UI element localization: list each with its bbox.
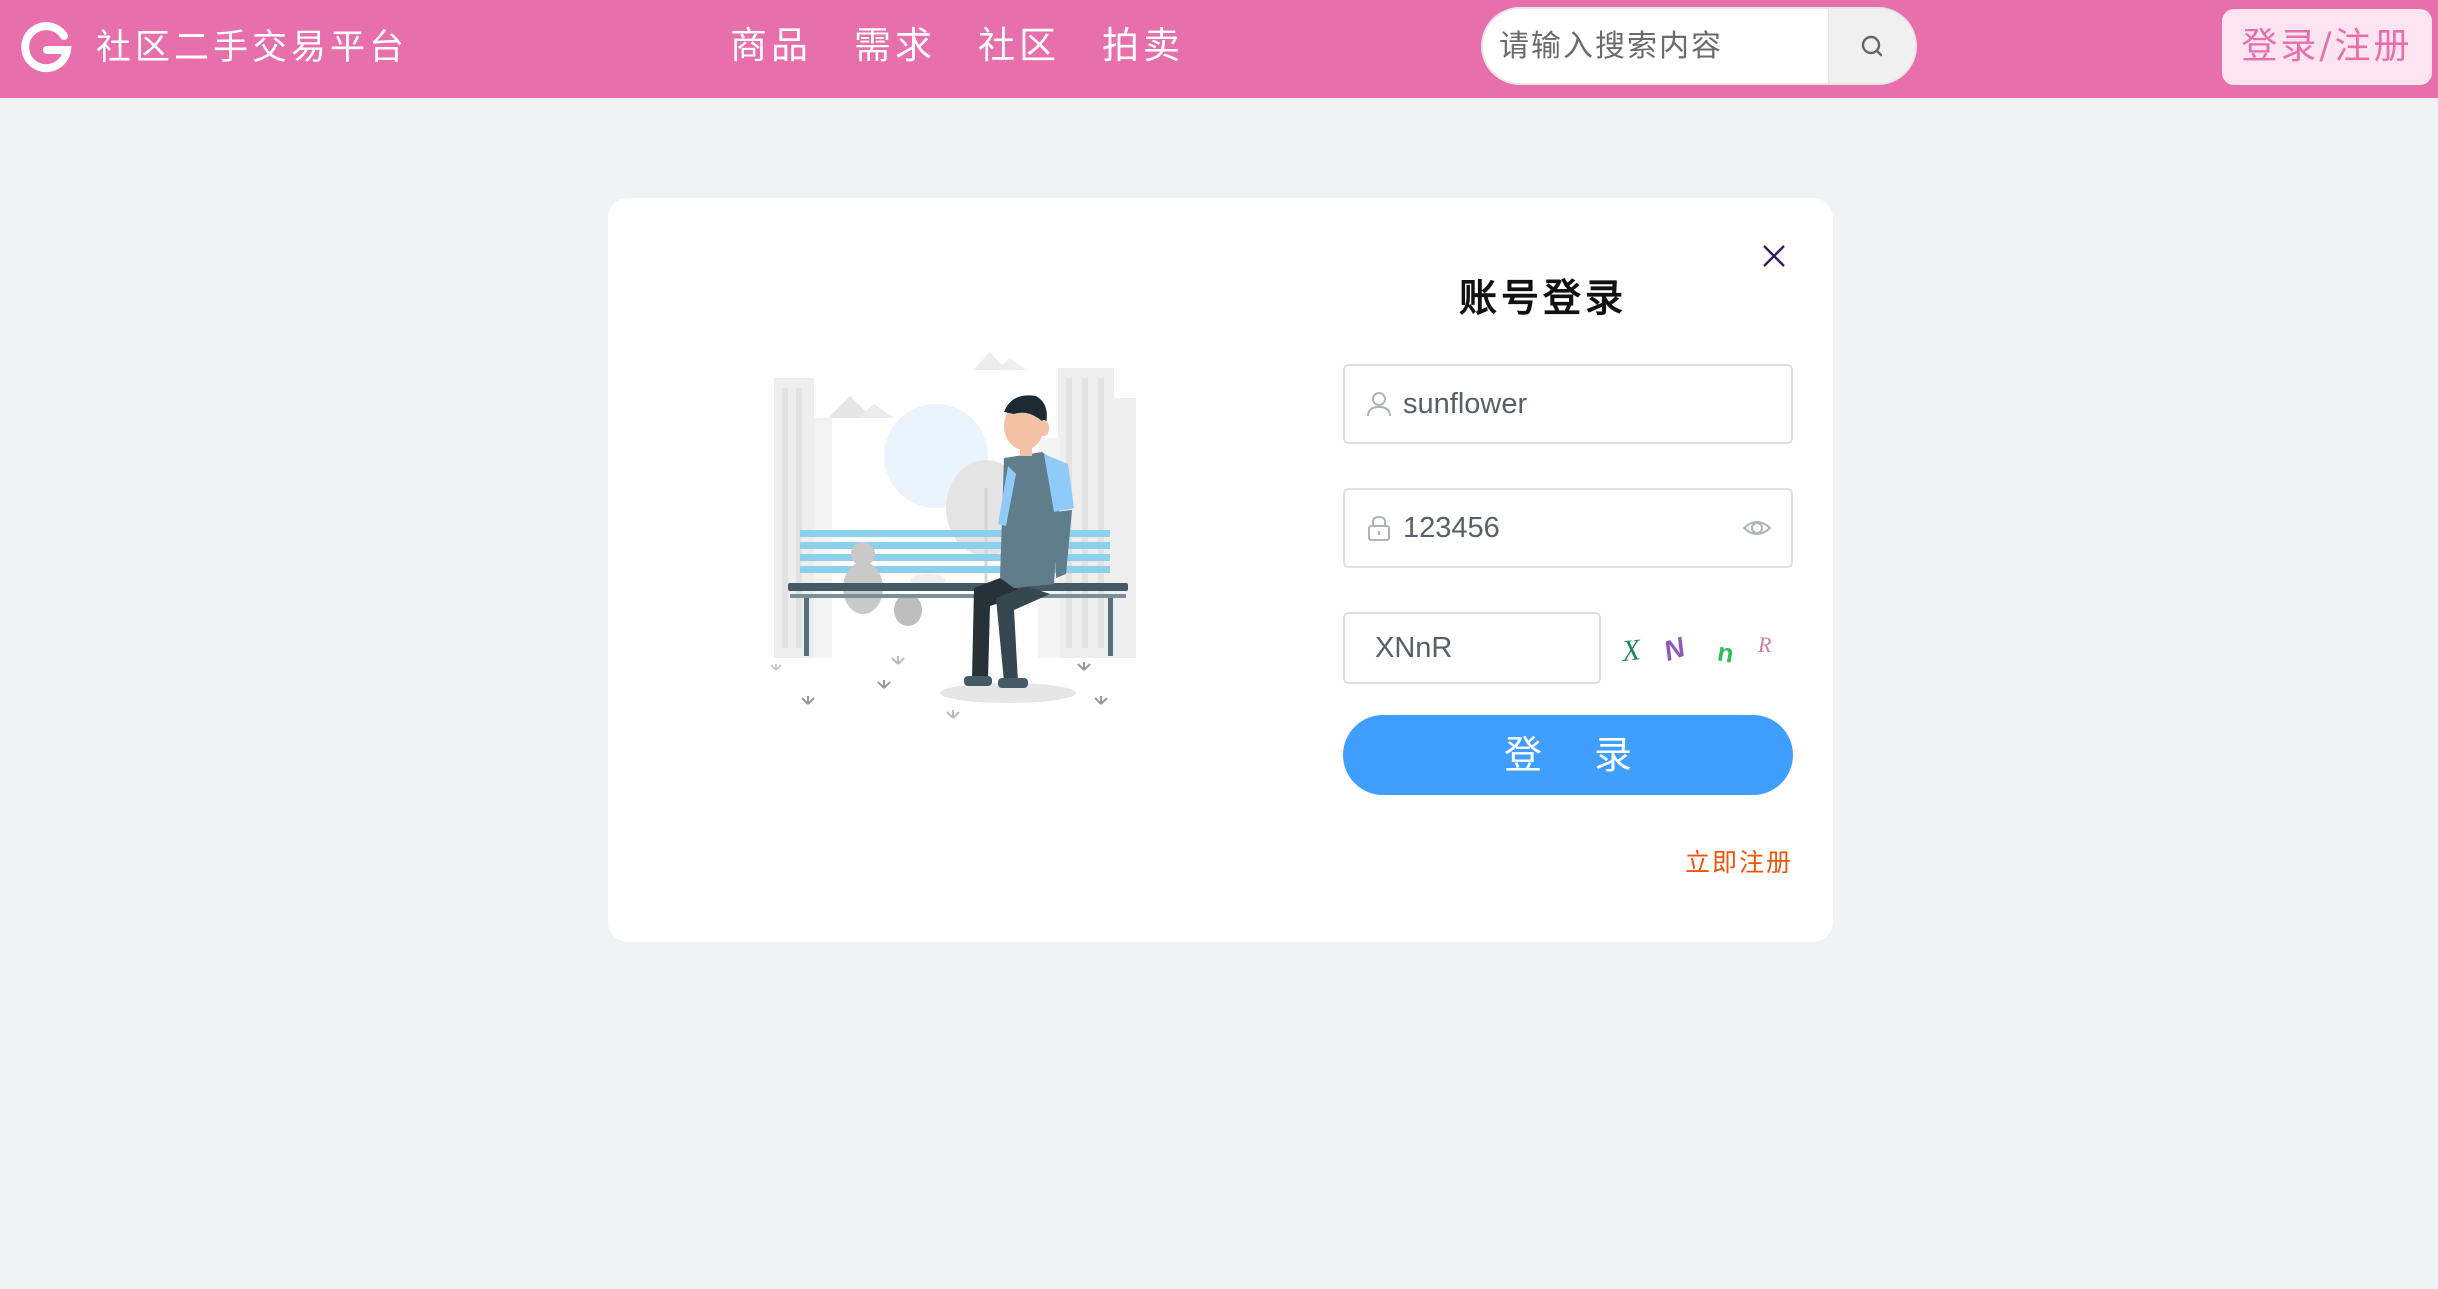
bench-person-illustration: [770, 352, 1136, 719]
svg-text:N: N: [1660, 631, 1690, 667]
top-navbar: 社区二手交易平台 商品 需求 社区 拍卖 登录/注册: [0, 0, 2438, 98]
g-logo-icon[interactable]: [20, 22, 72, 74]
password-input[interactable]: [1403, 490, 1723, 566]
username-input[interactable]: [1403, 366, 1723, 442]
username-field: [1343, 364, 1793, 444]
search-button[interactable]: [1828, 9, 1915, 83]
search-icon: [1861, 35, 1883, 57]
nav-item-auction[interactable]: 拍卖: [1102, 18, 1184, 74]
search-input[interactable]: [1483, 9, 1829, 83]
nav-item-demands[interactable]: 需求: [854, 18, 936, 74]
nav-item-community[interactable]: 社区: [978, 18, 1060, 74]
svg-text:R: R: [1757, 632, 1772, 657]
search-box: [1481, 7, 1917, 85]
login-title: 账号登录: [1458, 275, 1627, 320]
lock-icon: [1368, 515, 1390, 541]
login-register-button[interactable]: 登录/注册: [2222, 9, 2432, 85]
user-icon: [1367, 392, 1391, 417]
login-submit-button[interactable]: 登 录: [1343, 715, 1793, 795]
main-nav: 商品 需求 社区 拍卖: [730, 18, 1184, 74]
svg-text:n: n: [1715, 636, 1736, 668]
svg-text:X: X: [1619, 633, 1643, 668]
captcha-field: [1343, 612, 1601, 684]
password-field: [1343, 488, 1793, 568]
nav-item-goods[interactable]: 商品: [730, 18, 812, 74]
site-title[interactable]: 社区二手交易平台: [96, 20, 408, 76]
close-icon[interactable]: [1758, 240, 1790, 272]
captcha-input[interactable]: [1345, 614, 1599, 682]
eye-icon[interactable]: [1741, 512, 1773, 544]
register-link[interactable]: 立即注册: [1648, 843, 1793, 879]
captcha-image[interactable]: X N n R: [1618, 618, 1788, 678]
login-card: 账号登录 X N n R 登 录 立即注册: [608, 198, 1833, 942]
